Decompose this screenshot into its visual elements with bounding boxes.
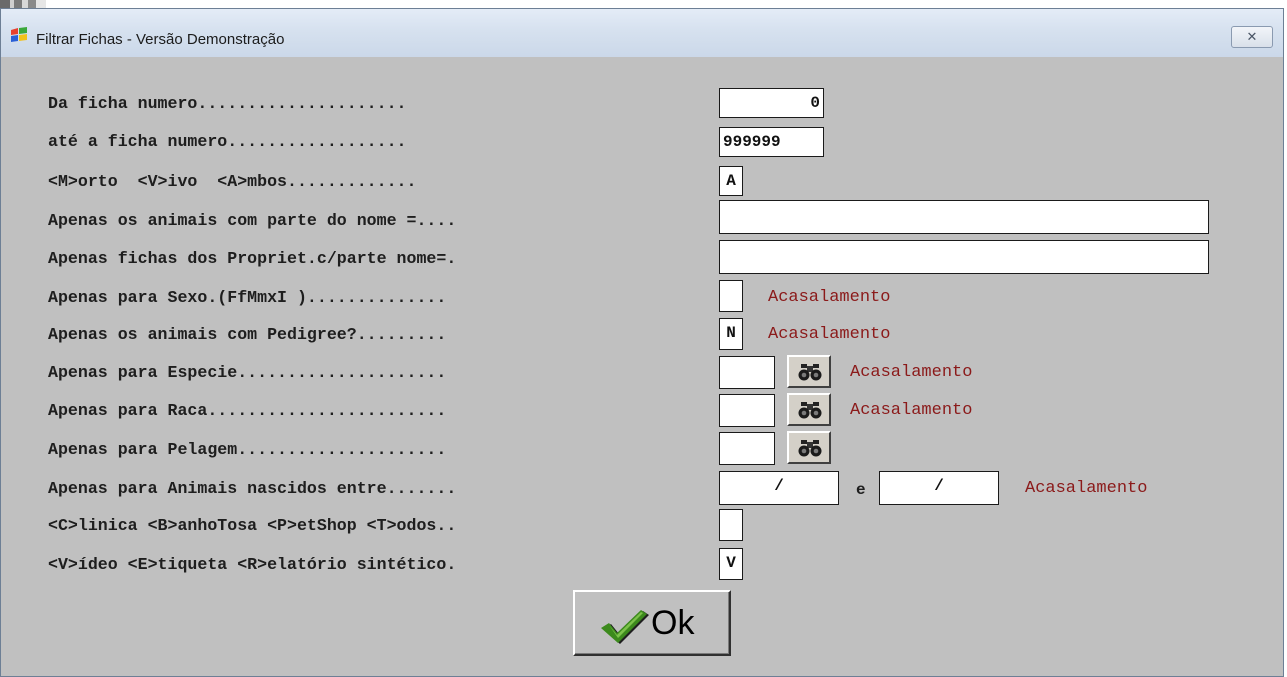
ok-label: Ok [651,604,695,642]
binoculars-icon [798,440,822,457]
raca-input[interactable] [719,394,775,427]
data-inicio-input[interactable]: / [719,471,839,505]
ficha-ate-input[interactable]: 999999 [719,127,824,157]
acasalamento-especie[interactable]: Acasalamento [850,363,972,383]
label-ficha-de: Da ficha numero..................... [48,94,407,113]
acasalamento-raca[interactable]: Acasalamento [850,401,972,421]
search-pelagem-button[interactable] [787,431,831,464]
checkmark-icon [601,610,649,644]
label-sexo: Apenas para Sexo.(FfMmxI ).............. [48,288,447,307]
close-icon: ✕ [1246,29,1258,44]
close-button[interactable]: ✕ [1231,26,1273,48]
morto-vivo-input[interactable]: A [719,166,743,196]
search-especie-button[interactable] [787,355,831,388]
proprietario-input[interactable] [719,240,1209,274]
label-ficha-ate: até a ficha numero.................. [48,132,407,151]
pelagem-input[interactable] [719,432,775,465]
label-especie: Apenas para Especie..................... [48,363,447,382]
clinica-input[interactable] [719,509,743,541]
windows-flag-icon [9,27,29,43]
acasalamento-sexo[interactable]: Acasalamento [768,288,890,308]
window-title: Filtrar Fichas - Versão Demonstração [36,31,285,48]
pedigree-input[interactable]: N [719,318,743,350]
binoculars-icon [798,402,822,419]
label-animais-nome: Apenas os animais com parte do nome =...… [48,211,457,230]
label-video: <V>ídeo <E>tiqueta <R>elatório sintético… [48,555,457,574]
acasalamento-nascidos[interactable]: Acasalamento [1025,479,1147,499]
search-raca-button[interactable] [787,393,831,426]
data-fim-input[interactable]: / [879,471,999,505]
label-pelagem: Apenas para Pelagem..................... [48,440,447,459]
label-clinica: <C>linica <B>anhoTosa <P>etShop <T>odos.… [48,516,457,535]
label-raca: Apenas para Raca........................ [48,401,447,420]
title-bar: Filtrar Fichas - Versão Demonstração ✕ [1,9,1283,57]
date-separator: e [856,481,866,499]
sexo-input[interactable] [719,280,743,312]
label-morto-vivo: <M>orto <V>ivo <A>mbos............. [48,172,417,191]
label-proprietario: Apenas fichas dos Propriet.c/parte nome=… [48,249,457,268]
background-edge [0,0,46,8]
ok-button[interactable]: Ok [573,590,731,656]
ficha-de-input[interactable]: 0 [719,88,824,118]
acasalamento-pedigree[interactable]: Acasalamento [768,325,890,345]
video-input[interactable]: V [719,548,743,580]
especie-input[interactable] [719,356,775,389]
label-pedigree: Apenas os animais com Pedigree?......... [48,325,447,344]
binoculars-icon [798,364,822,381]
label-nascidos: Apenas para Animais nascidos entre......… [48,479,457,498]
animais-nome-input[interactable] [719,200,1209,234]
